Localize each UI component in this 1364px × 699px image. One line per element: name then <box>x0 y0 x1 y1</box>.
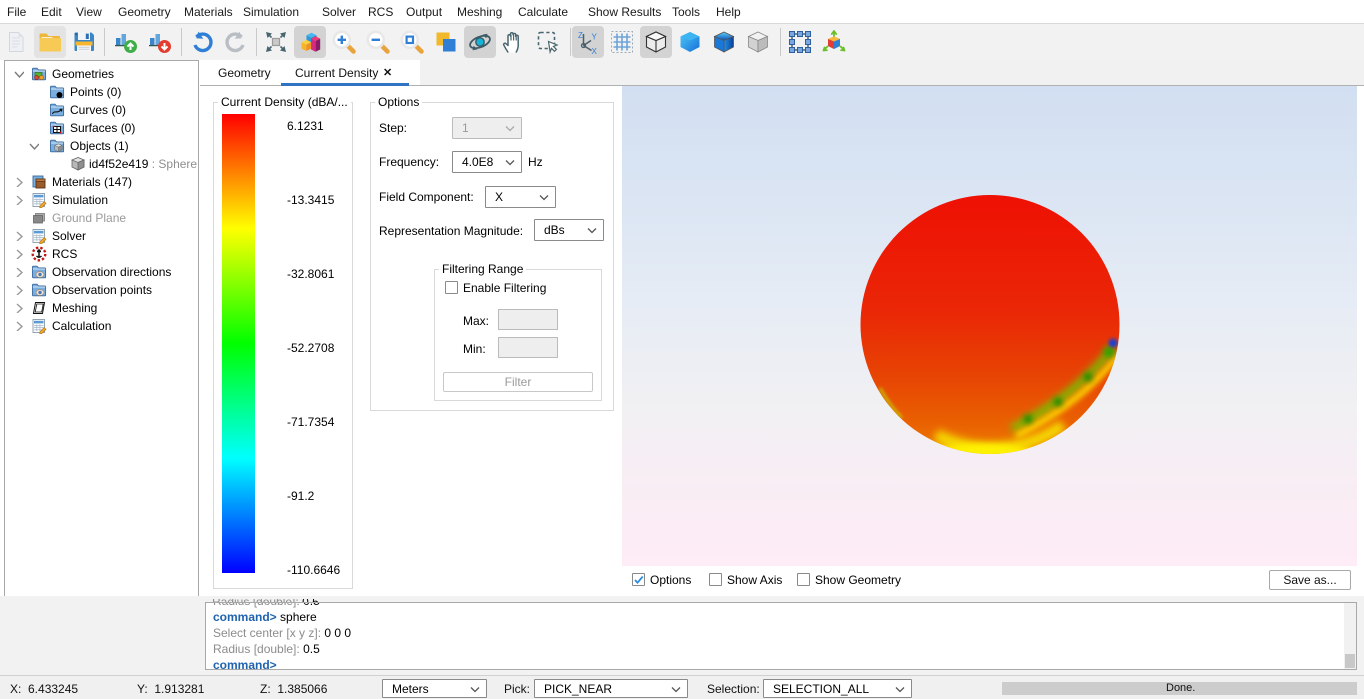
svg-text:Z: Z <box>578 31 583 40</box>
svg-text:Y: Y <box>592 33 598 42</box>
svg-text:X: X <box>592 47 598 55</box>
